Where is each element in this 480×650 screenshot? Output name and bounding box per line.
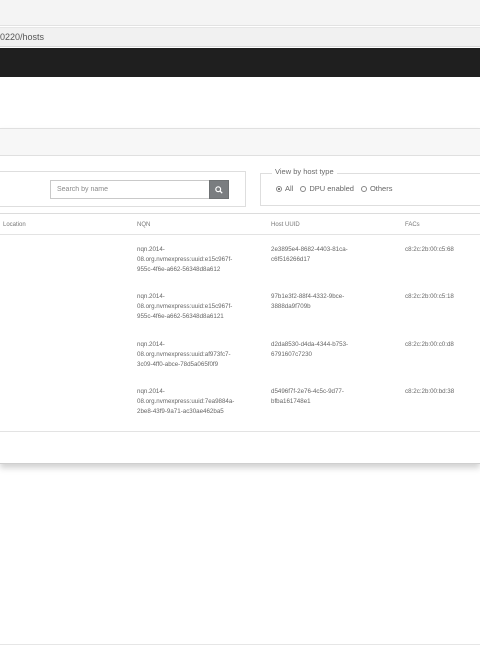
hosts-panel: View by host type All DPU enabled Others… [0, 128, 480, 464]
table-header-divider [0, 234, 480, 235]
column-header-host-uuid[interactable]: Host UUID [271, 222, 300, 228]
column-header-location[interactable]: Location [3, 222, 26, 228]
table-row-nqn: nqn.2014- 08.org.nvmexpress:uuid:af973fc… [137, 340, 231, 370]
table-row-fac: c8:2c:2b:00:bd:38 [405, 388, 455, 395]
radio-others[interactable]: Others [360, 184, 393, 193]
radio-all[interactable]: All [276, 184, 293, 193]
table-row-uuid: 97b1e3f2-88f4-4332-9bce- 3888da9f709b [271, 292, 344, 312]
table-row-nqn: nqn.2014- 08.org.nvmexpress:uuid:e15c967… [137, 245, 232, 275]
table-row-uuid: d5496f7f-2e76-4c5c-9d77- bfba161748e1 [271, 387, 344, 407]
nqn-line: 2be8-43f9-9a71-ac30ae462ba5 [137, 408, 224, 415]
nqn-line: nqn.2014- [137, 246, 165, 253]
column-header-nqn[interactable]: NQN [137, 222, 150, 228]
table-row-nqn: nqn.2014- 08.org.nvmexpress:uuid:7ea9884… [137, 387, 234, 417]
nqn-line: 955c-4f6e-a662-56348d8a612 [137, 266, 221, 273]
uuid-line: 3888da9f709b [271, 303, 311, 310]
table-row-fac: c8:2c:2b:00:c0:d8 [405, 341, 454, 348]
uuid-line: bfba161748e1 [271, 398, 311, 405]
nqn-line: 08.org.nvmexpress:uuid:e15c967f- [137, 303, 233, 310]
search-input[interactable] [50, 180, 209, 199]
page-footer-divider [0, 644, 480, 645]
host-type-filter-legend: View by host type [272, 167, 337, 176]
nqn-line: 955c-4f6e-a662-56348d8a6121 [137, 313, 224, 320]
nqn-line: 3c09-4ff0-abce-78d5a065f0f9 [137, 361, 219, 368]
table-row-uuid: d2da8530-d4da-4344-b753- 6791607c7230 [271, 340, 348, 360]
nqn-line: nqn.2014- [137, 293, 165, 300]
radio-all-indicator[interactable] [276, 185, 282, 192]
column-header-facs[interactable]: FACs [405, 222, 420, 228]
radio-dpu-enabled-label: DPU enabled [309, 184, 354, 193]
uuid-line: 2e3895e4-8682-4403-81ca- [271, 246, 348, 253]
search-button[interactable] [209, 180, 229, 199]
browser-tab-strip [0, 0, 480, 26]
nqn-line: nqn.2014- [137, 388, 165, 395]
address-bar[interactable]: 0220/hosts [0, 27, 480, 47]
panel-header [0, 128, 480, 156]
table-bottom-border [0, 431, 480, 432]
nqn-line: 08.org.nvmexpress:uuid:af973fc7- [137, 351, 231, 358]
radio-all-label: All [285, 184, 294, 193]
radio-dpu-enabled[interactable]: DPU enabled [300, 184, 354, 193]
radio-others-indicator[interactable] [360, 185, 367, 192]
radio-dpu-enabled-indicator[interactable] [300, 185, 307, 192]
app-header-bar [0, 48, 480, 77]
table-row-nqn: nqn.2014- 08.org.nvmexpress:uuid:e15c967… [137, 292, 232, 322]
table-top-border [0, 213, 480, 214]
uuid-line: c6f516266d17 [271, 256, 311, 263]
table-row-fac: c8:2c:2b:00:c5:68 [405, 246, 454, 253]
uuid-line: d5496f7f-2e76-4c5c-9d77- [271, 388, 344, 395]
uuid-line: 6791607c7230 [271, 351, 312, 358]
table-row-fac: c8:2c:2b:00:c5:18 [405, 293, 454, 300]
radio-others-label: Others [369, 184, 393, 193]
nqn-line: 08.org.nvmexpress:uuid:e15c967f- [137, 256, 233, 263]
address-bar-url: 0220/hosts [0, 32, 45, 42]
host-type-radio-group: All DPU enabled Others [276, 184, 399, 193]
table-row-uuid: 2e3895e4-8682-4403-81ca- c6f516266d17 [271, 245, 348, 265]
nqn-line: 08.org.nvmexpress:uuid:7ea9884a- [137, 398, 235, 405]
search-icon [215, 185, 223, 194]
uuid-line: d2da8530-d4da-4344-b753- [271, 341, 349, 348]
uuid-line: 97b1e3f2-88f4-4332-9bce- [271, 293, 345, 300]
nqn-line: nqn.2014- [137, 341, 165, 348]
